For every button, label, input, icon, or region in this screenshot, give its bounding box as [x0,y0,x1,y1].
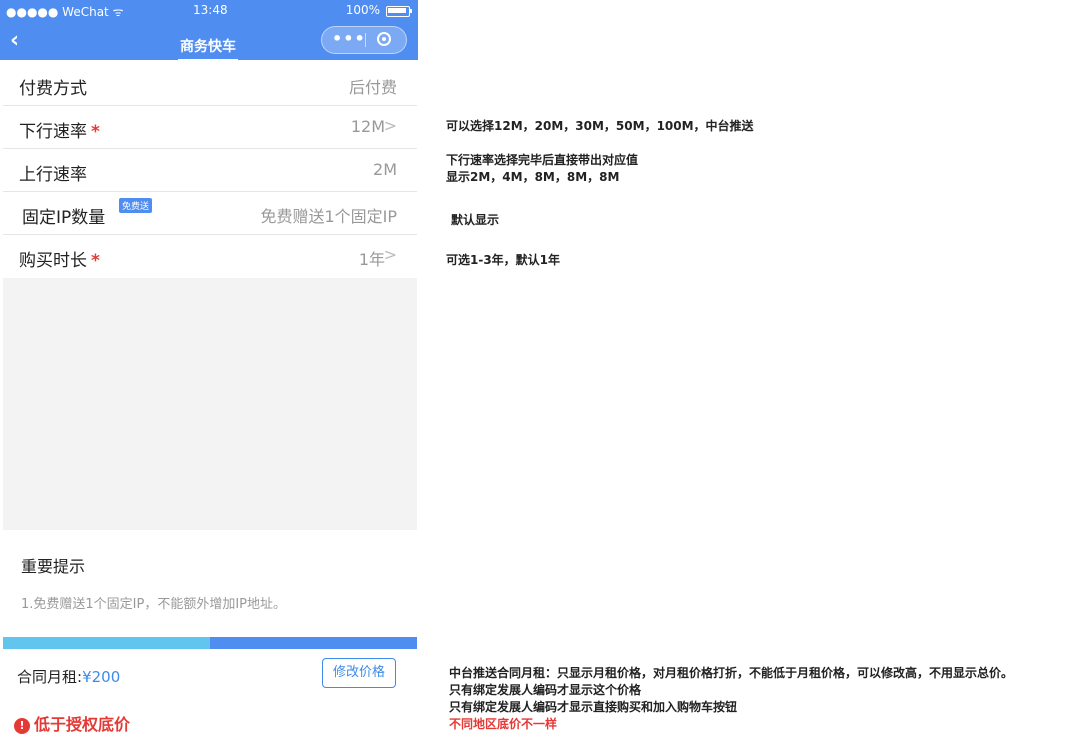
rent-price: ¥200 [82,668,121,686]
page-title: 商务快车 [178,36,238,61]
row-payment-method: 付费方式 后付费 [3,63,417,106]
annotation-region-price: 不同地区底价不一样 [449,717,558,731]
battery-icon [386,6,412,17]
battery-level: 100% [345,3,380,17]
annotation-price-visibility: 只有绑定发展人编码才显示这个价格 [449,683,642,697]
carrier-label: ●●●●● WeChat ᯤ [6,5,124,19]
back-icon[interactable]: ‹ [10,28,19,53]
chevron-right-icon: > [383,116,397,135]
capsule-divider [365,33,366,47]
annotation-rent-rule: 中台推送合同月租：只显示月租价格，对月租价格打折，不能低于月租价格，可以修改高，… [449,666,1014,680]
row-value: 后付费 [348,78,397,97]
row-value: 1年 [358,250,385,269]
row-purchase-duration[interactable]: 购买时长 * 1年 > [3,235,417,277]
row-uplink-speed: 上行速率 2M [3,149,417,192]
modify-price-button[interactable]: 修改价格 [322,658,396,688]
add-to-cart-button[interactable] [3,637,210,649]
annotation-downlink-options: 可以选择12M，20M，30M，50M，100M，中台推送 [446,119,754,133]
row-label: 付费方式 [19,79,87,99]
capsule-menu: ••• [321,26,407,54]
row-label: 下行速率 * [19,122,100,142]
price-bar: 合同月租:¥200 修改价格 [3,649,417,689]
notice-title: 重要提示 [21,557,86,576]
status-bar: ●●●●● WeChat ᯤ 13:48 100% [0,0,418,20]
annotation-uplink-auto: 下行速率选择完毕后直接带出对应值 [446,153,639,167]
alert-icon: ! [14,718,30,734]
annotation-ip-default: 默认显示 [451,213,500,227]
warning-text: 低于授权底价 [34,715,131,734]
annotation-button-visibility: 只有绑定发展人编码才显示直接购买和加入购物车按钮 [449,700,738,714]
row-value: 2M [373,160,397,179]
close-miniapp-icon[interactable] [377,32,391,46]
free-badge: 免费送 [119,198,153,213]
phone-screen: ●●●●● WeChat ᯤ 13:48 100% ‹ 商务快车 ••• 付费方… [0,0,418,738]
annotation-duration: 可选1-3年，默认1年 [446,253,561,267]
buy-now-button[interactable] [210,637,417,649]
row-label: 上行速率 [19,165,87,185]
chevron-right-icon: > [383,245,397,264]
annotation-uplink-values: 显示2M，4M，8M，8M，8M [446,170,620,184]
row-value: 12M [350,117,385,136]
required-mark: * [91,251,100,271]
row-value: 免费赠送1个固定IP [260,207,397,226]
notice-text: 1.免费赠送1个固定IP，不能额外增加IP地址。 [21,597,287,612]
nav-bar: ‹ 商务快车 ••• [0,20,418,61]
order-form: 付费方式 后付费 下行速率 * 12M > 上行速率 2M 固定IP数量 免费送 … [3,63,417,277]
row-label: 购买时长 * [19,251,100,271]
row-label: 固定IP数量 [22,208,106,228]
row-downlink-speed[interactable]: 下行速率 * 12M > [3,106,417,149]
rent-label: 合同月租:¥200 [17,668,121,686]
required-mark: * [91,122,100,142]
warning-message: ! 低于授权底价 [14,711,130,735]
more-icon[interactable]: ••• [332,29,366,48]
clock: 13:48 [193,3,228,17]
row-fixed-ip: 固定IP数量 免费送 免费赠送1个固定IP [3,192,417,235]
content-placeholder [3,278,417,530]
